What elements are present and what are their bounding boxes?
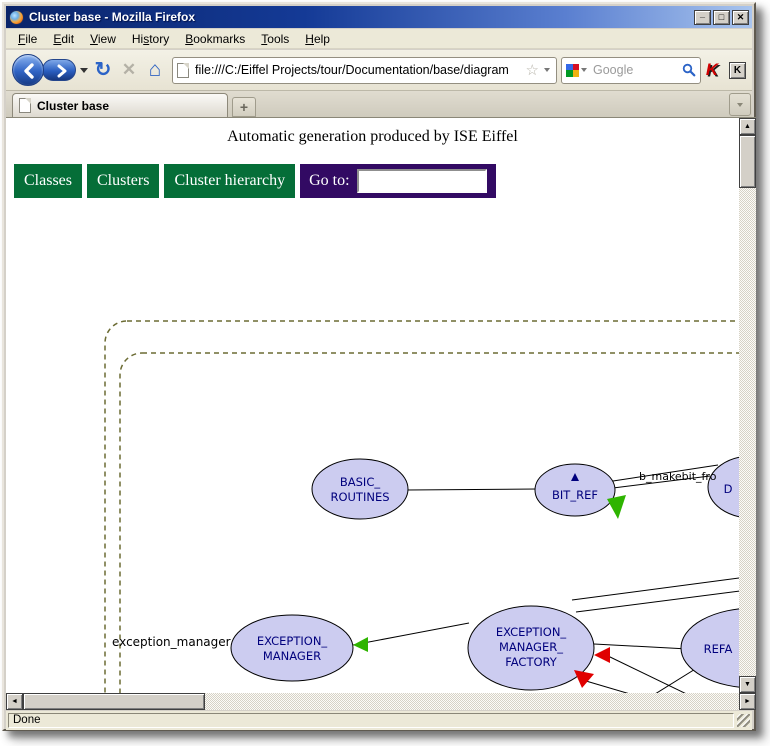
menu-file[interactable]: File — [10, 30, 45, 48]
cluster-bit-ref[interactable]: BIT_REF — [535, 464, 615, 516]
page-favicon — [177, 63, 189, 78]
firefox-icon — [9, 10, 24, 25]
tab-cluster-base[interactable]: Cluster base — [12, 93, 228, 117]
menu-help[interactable]: Help — [297, 30, 338, 48]
menu-edit[interactable]: Edit — [45, 30, 82, 48]
search-engine-dropdown-icon[interactable] — [581, 68, 587, 72]
svg-text:ROUTINES: ROUTINES — [330, 490, 389, 504]
red-arrow-factory-1 — [594, 647, 610, 663]
cluster-basic-routines[interactable]: BASIC_ ROUTINES — [312, 459, 408, 519]
search-input[interactable] — [593, 63, 682, 77]
new-tab-button[interactable]: + — [232, 97, 256, 117]
svg-text:REFA: REFA — [704, 642, 733, 656]
red-arrow-factory-2 — [574, 670, 594, 688]
reload-button[interactable]: ↻ — [90, 57, 116, 83]
history-dropdown-icon[interactable] — [80, 68, 88, 73]
cluster-d[interactable]: D — [708, 456, 739, 518]
horizontal-scrollbar[interactable]: ◄ ► — [6, 693, 756, 710]
horizontal-scroll-thumb[interactable] — [23, 693, 205, 710]
menu-bookmarks[interactable]: Bookmarks — [177, 30, 253, 48]
browser-window: Cluster base - Mozilla Firefox _ □ ✕ Fil… — [2, 2, 756, 731]
svg-text:BASIC_: BASIC_ — [340, 475, 380, 489]
google-logo-icon — [566, 64, 579, 77]
edge-label-b-makebit: b_makebit_fro — [639, 470, 717, 483]
kaspersky-icon[interactable]: K — [701, 60, 723, 80]
scroll-down-button[interactable]: ▼ — [739, 676, 756, 693]
stop-button[interactable]: ✕ — [116, 57, 142, 83]
url-input[interactable]: file:///C:/Eiffel Projects/tour/Document… — [195, 63, 523, 77]
cluster-exception-manager-factory[interactable]: EXCEPTION_ MANAGER_ FACTORY — [468, 606, 594, 690]
page-content: Automatic generation produced by ISE Eif… — [6, 118, 739, 693]
back-icon — [22, 62, 36, 80]
resize-grip[interactable] — [737, 714, 750, 727]
svg-text:EXCEPTION_: EXCEPTION_ — [257, 634, 328, 648]
vertical-scrollbar[interactable]: ▲ ▼ — [739, 118, 756, 693]
svg-text:D: D — [724, 482, 733, 496]
vertical-scroll-thumb[interactable] — [739, 135, 756, 188]
link-emf-upper-right — [576, 591, 739, 612]
menu-history[interactable]: History — [124, 30, 177, 48]
list-all-tabs-button[interactable] — [729, 93, 751, 116]
tab-favicon — [19, 98, 31, 113]
title-bar[interactable]: Cluster base - Mozilla Firefox _ □ ✕ — [6, 6, 752, 28]
close-button[interactable]: ✕ — [732, 10, 749, 25]
back-button[interactable] — [12, 54, 44, 86]
back-forward-group — [12, 52, 90, 88]
scroll-up-button[interactable]: ▲ — [739, 118, 756, 135]
search-bar[interactable] — [561, 57, 701, 84]
cluster-exception-manager[interactable]: EXCEPTION_ MANAGER — [231, 615, 353, 681]
tab-label: Cluster base — [37, 99, 109, 113]
link-basic-bit — [407, 489, 537, 490]
screenshot-root: Cluster base - Mozilla Firefox _ □ ✕ Fil… — [0, 0, 770, 746]
link-em-emf — [353, 623, 469, 645]
location-bar[interactable]: file:///C:/Eiffel Projects/tour/Document… — [172, 57, 557, 84]
edge-label-exception-manager: exception_manager — [112, 635, 231, 649]
scroll-right-button[interactable]: ► — [739, 693, 756, 710]
green-arrow-bit-ref — [607, 495, 626, 519]
k-toolbar-button[interactable]: K — [729, 62, 746, 79]
menu-view[interactable]: View — [82, 30, 124, 48]
window-title: Cluster base - Mozilla Firefox — [29, 10, 694, 24]
green-arrow-exception-manager — [353, 637, 368, 652]
minimize-button[interactable]: _ — [694, 10, 711, 25]
browser-viewport: Automatic generation produced by ISE Eif… — [6, 117, 756, 693]
svg-text:MANAGER_: MANAGER_ — [499, 640, 563, 654]
menu-tools[interactable]: Tools — [253, 30, 297, 48]
forward-button[interactable] — [42, 59, 76, 81]
status-bar: Done — [6, 711, 752, 730]
chevron-down-icon — [737, 103, 743, 107]
cluster-diagram: BASIC_ ROUTINES BIT_REF D EXCEPTIO — [6, 118, 739, 693]
link-upper-right-2 — [572, 578, 739, 600]
location-dropdown-icon[interactable] — [544, 68, 550, 72]
maximize-button[interactable]: □ — [713, 10, 730, 25]
svg-text:BIT_REF: BIT_REF — [552, 488, 598, 502]
bookmark-star-icon[interactable]: ☆ — [523, 61, 542, 79]
search-icon[interactable] — [682, 63, 696, 77]
svg-text:MANAGER: MANAGER — [263, 649, 321, 663]
svg-text:EXCEPTION_: EXCEPTION_ — [496, 625, 567, 639]
menu-bar: File Edit View History Bookmarks Tools H… — [6, 29, 752, 49]
forward-icon — [56, 63, 68, 79]
svg-text:FACTORY: FACTORY — [505, 655, 558, 669]
cluster-refa[interactable]: REFA — [681, 608, 739, 688]
scroll-left-button[interactable]: ◄ — [6, 693, 23, 710]
home-button[interactable]: ⌂ — [142, 57, 168, 83]
tab-bar: Cluster base + — [6, 91, 752, 117]
status-text: Done — [8, 713, 734, 728]
navigation-toolbar: ↻ ✕ ⌂ file:///C:/Eiffel Projects/tour/Do… — [6, 50, 752, 91]
